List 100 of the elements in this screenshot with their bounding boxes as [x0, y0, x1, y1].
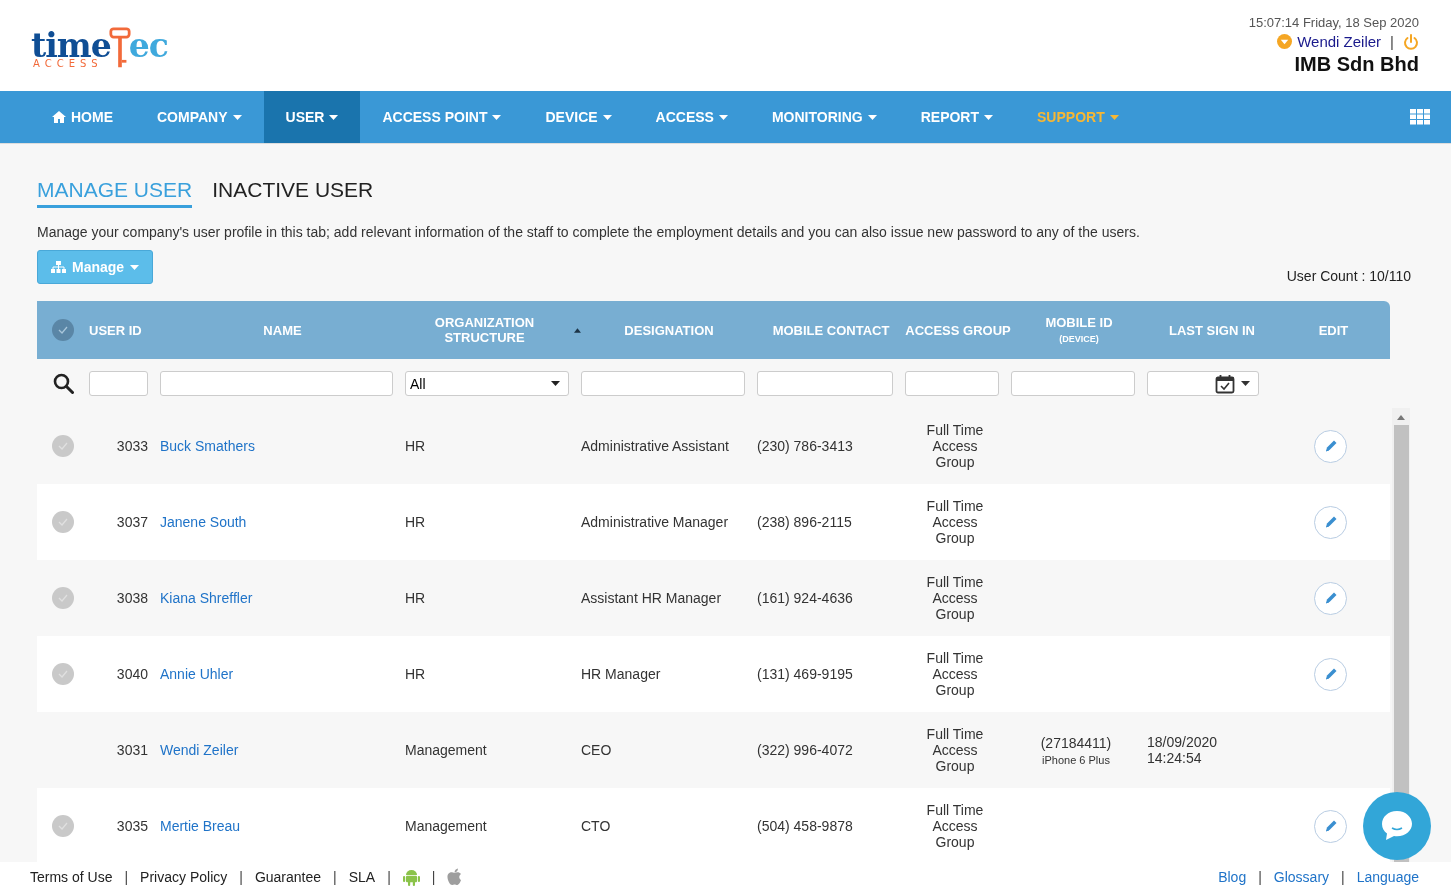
row-checkbox[interactable]: [52, 815, 74, 837]
user-id-cell: 3038: [116, 590, 148, 606]
user-id-cell: 3033: [116, 438, 148, 454]
edit-button[interactable]: [1314, 581, 1347, 615]
caret-icon: [867, 114, 877, 120]
scroll-up-icon[interactable]: [1397, 415, 1405, 420]
designation-cell: Assistant HR Manager: [581, 590, 722, 606]
user-name-link[interactable]: Wendi Zeiler: [160, 742, 239, 758]
row-checkbox[interactable]: [52, 435, 74, 457]
access-group-cell-text: Full Time Access Group: [925, 574, 985, 622]
nav-menu-item[interactable]: MONITORING: [749, 91, 899, 143]
mobile-contact-cell: (161) 924-4636: [757, 590, 853, 606]
designation-cell: HR Manager: [581, 666, 661, 682]
caret-icon: [1109, 114, 1119, 120]
row-checkbox[interactable]: [52, 663, 74, 685]
edit-button[interactable]: [1314, 505, 1347, 539]
column-header[interactable]: EDIT: [1318, 322, 1349, 338]
designation-cell: CTO: [581, 818, 611, 834]
column-header[interactable]: NAME: [263, 322, 302, 338]
caret-icon: [329, 114, 339, 120]
caret-icon: [602, 114, 612, 120]
organization-cell: HR: [405, 438, 426, 454]
organization-cell: HR: [405, 590, 426, 606]
nav-menu-item[interactable]: DEVICE: [523, 91, 634, 143]
sitemap-icon: [51, 261, 66, 273]
separator: |: [333, 869, 337, 885]
nav-menu-item[interactable]: ACCESS: [633, 91, 750, 143]
tab[interactable]: INACTIVE USER: [212, 178, 374, 208]
caret-icon: [232, 114, 242, 120]
filter-field[interactable]: [160, 371, 393, 396]
pencil-icon: [1323, 667, 1338, 681]
footer-link[interactable]: Privacy Policy: [140, 869, 228, 885]
nav-menu-item[interactable]: ACCESS POINT: [360, 91, 524, 143]
filter-field[interactable]: [581, 371, 745, 396]
edit-button[interactable]: [1314, 429, 1347, 463]
apple-icon[interactable]: [447, 868, 463, 886]
column-header[interactable]: ORGANIZATION STRUCTURE: [405, 315, 565, 345]
dropdown-icon[interactable]: [1277, 34, 1293, 49]
row-checkbox[interactable]: [52, 587, 74, 609]
user-name-link[interactable]: Janene South: [160, 514, 247, 530]
check-icon: [58, 326, 68, 334]
user-id-cell: 3031: [116, 742, 148, 758]
access-group-cell-text: Full Time Access Group: [925, 726, 985, 774]
pencil-icon: [1323, 819, 1338, 833]
nav-menu-item[interactable]: HOME: [30, 91, 135, 143]
access-group-cell-text: Full Time Access Group: [925, 802, 985, 850]
column-header[interactable]: USER ID: [89, 322, 142, 338]
footer-link[interactable]: Blog: [1218, 869, 1247, 885]
logo-text[interactable]: ec: [128, 29, 168, 62]
edit-button[interactable]: [1314, 657, 1347, 691]
footer-link[interactable]: Glossary: [1273, 869, 1330, 885]
sort-icon[interactable]: [574, 327, 581, 333]
user-name-link[interactable]: Kiana Shreffler: [160, 590, 253, 606]
row-checkbox[interactable]: [52, 511, 74, 533]
home-icon: [52, 111, 66, 123]
access-group-cell-text: Full Time Access Group: [925, 650, 985, 698]
user-name-link[interactable]: Wendi Zeiler: [1297, 33, 1382, 50]
device-name: iPhone 6 Plus: [1042, 753, 1110, 766]
user-name-link[interactable]: Buck Smathers: [160, 438, 255, 454]
nav-menu-item[interactable]: COMPANY: [135, 91, 264, 143]
nav-menu-item[interactable]: SUPPORT: [1015, 91, 1141, 143]
footer-link[interactable]: Terms of Use: [30, 869, 113, 885]
designation-cell: Administrative Manager: [581, 514, 729, 530]
apps-grid-icon[interactable]: [1410, 109, 1431, 125]
caret-icon: [718, 114, 728, 120]
filter-dropdown[interactable]: All: [405, 371, 569, 396]
description-text: Manage your company's user profile in this tab; add relevant information of the staff to complete the employment details and you can also issue new password to any of the users.: [37, 224, 1141, 240]
separator: |: [1258, 869, 1262, 885]
column-header[interactable]: MOBILE ID (DEVICE): [1045, 315, 1113, 345]
pencil-icon: [1323, 591, 1338, 605]
organization-cell: HR: [405, 514, 426, 530]
search-icon[interactable]: [52, 373, 74, 394]
date-filter-field[interactable]: [1147, 371, 1259, 396]
nav-menu-item[interactable]: USER: [263, 91, 361, 143]
column-header[interactable]: MOBILE CONTACT: [772, 322, 890, 338]
footer-link[interactable]: Language: [1356, 869, 1419, 885]
filter-field[interactable]: [905, 371, 999, 396]
user-id-cell: 3037: [116, 514, 148, 530]
edit-button[interactable]: [1314, 809, 1347, 843]
column-header[interactable]: LAST SIGN IN: [1169, 322, 1255, 338]
mobile-contact-cell: (322) 996-4072: [757, 742, 853, 758]
footer-link[interactable]: SLA: [348, 869, 376, 885]
user-name-link[interactable]: Annie Uhler: [160, 666, 234, 682]
filter-field[interactable]: [757, 371, 893, 396]
pencil-icon: [1323, 439, 1338, 453]
select-all-checkbox[interactable]: [52, 319, 74, 341]
calendar-icon: [1215, 373, 1235, 394]
column-header[interactable]: ACCESS GROUP: [905, 322, 1011, 338]
android-icon[interactable]: [402, 868, 420, 886]
manage-button[interactable]: Manage: [37, 250, 154, 284]
mobile-contact-cell: (238) 896-2115: [757, 514, 852, 530]
filter-field[interactable]: [89, 371, 148, 396]
mobile-id-cell: (27184411): [1040, 734, 1112, 751]
tab[interactable]: MANAGE USER: [37, 178, 193, 208]
user-name-link[interactable]: Mertie Breau: [160, 818, 241, 834]
filter-field[interactable]: [1011, 371, 1135, 396]
column-header[interactable]: DESIGNATION: [624, 322, 714, 338]
footer-link[interactable]: Guarantee: [254, 869, 322, 885]
power-icon[interactable]: [1403, 33, 1419, 50]
nav-menu-item[interactable]: REPORT: [898, 91, 1016, 143]
